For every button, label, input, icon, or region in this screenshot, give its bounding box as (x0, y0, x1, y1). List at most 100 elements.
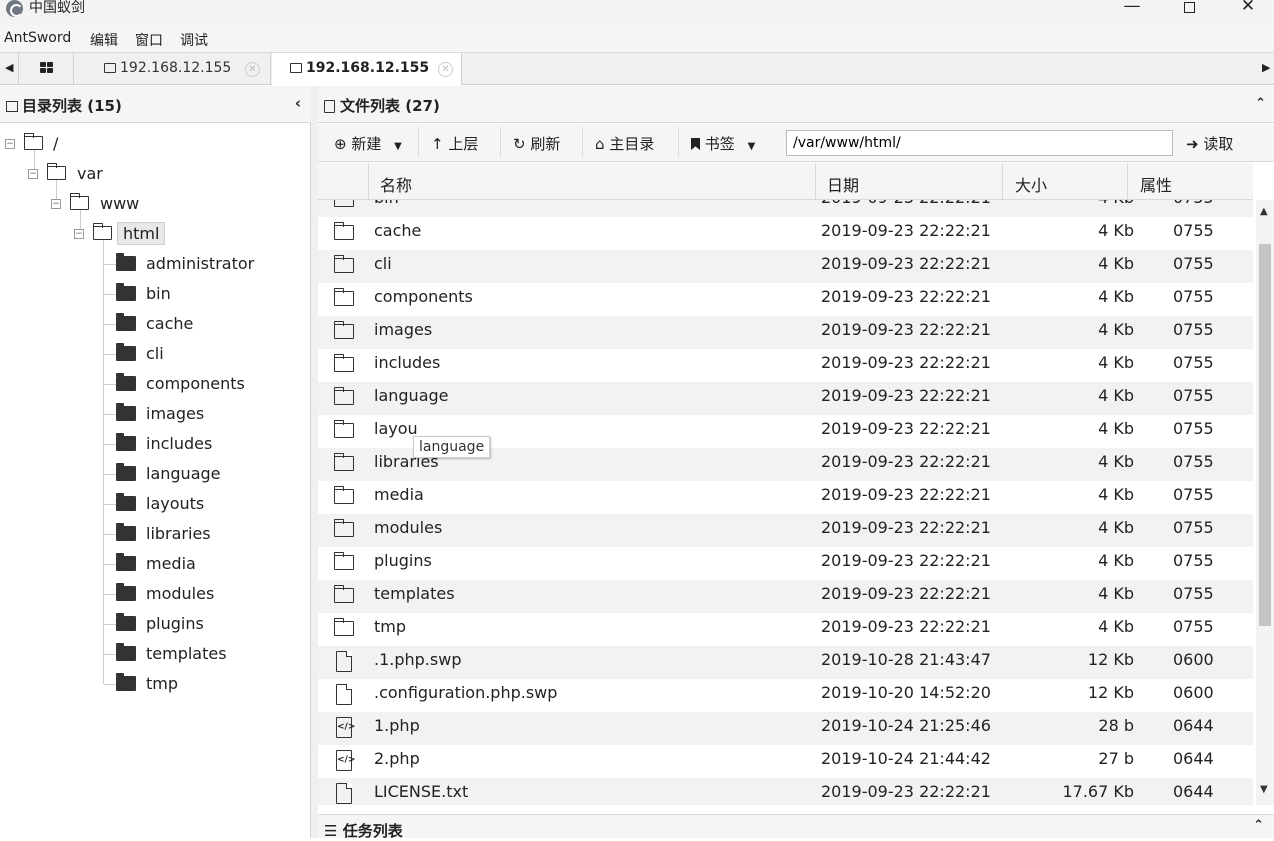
bookmark-button[interactable]: 书签 ▼ (678, 127, 755, 157)
scroll-up-icon[interactable]: ▲ (1260, 206, 1268, 217)
new-button[interactable]: ⊕ 新建 ▼ (334, 133, 402, 154)
file-row[interactable]: .1.php.swp 2019-10-28 21:43:47 12 Kb 0600 (318, 646, 1253, 679)
file-row[interactable]: </> 1.php 2019-10-24 21:25:46 28 b 0644 (318, 712, 1253, 745)
path-input[interactable] (786, 130, 1173, 156)
tree-node-var[interactable]: − var (0, 163, 300, 186)
file-row[interactable]: .configuration.php.swp 2019-10-20 14:52:2… (318, 679, 1253, 712)
file-row[interactable]: includes 2019-09-23 22:22:21 4 Kb 0755 (318, 349, 1253, 382)
scrollbar-thumb[interactable] (1259, 244, 1271, 626)
tree-node-bin[interactable]: bin (0, 283, 300, 306)
file-row[interactable]: plugins 2019-09-23 22:22:21 4 Kb 0755 (318, 547, 1253, 580)
file-row[interactable]: cache 2019-09-23 22:22:21 4 Kb 0755 (318, 217, 1253, 250)
tree-node-language[interactable]: language (0, 463, 300, 486)
tree-node-components[interactable]: components (0, 373, 300, 396)
tab-dashboard[interactable] (18, 53, 74, 84)
folder-icon (334, 321, 354, 339)
tree-node-html[interactable]: − html (0, 222, 300, 246)
file-row[interactable]: modules 2019-09-23 22:22:21 4 Kb 0755 (318, 514, 1253, 547)
collapse-up-icon[interactable]: ⌃ (1255, 96, 1266, 111)
file-row[interactable]: tmp 2019-09-23 22:22:21 4 Kb 0755 (318, 613, 1253, 646)
tree-node-cli[interactable]: cli (0, 343, 300, 366)
tree-node-includes[interactable]: includes (0, 433, 300, 456)
tree-node-cache[interactable]: cache (0, 313, 300, 336)
file-list: bin 2019-09-23 22:22:21 4 Kb 0755 cache 2019-… (318, 200, 1253, 805)
file-row[interactable]: language 2019-09-23 22:22:21 4 Kb 0755 (318, 382, 1253, 415)
file-size: 4 Kb (1098, 353, 1134, 372)
tree-node-plugins[interactable]: plugins (0, 613, 300, 636)
up-button[interactable]: ↑ 上层 (418, 127, 478, 157)
folder-open-icon (70, 193, 89, 210)
column-attr[interactable]: 属性 (1140, 172, 1172, 196)
file-icon (336, 684, 352, 705)
file-row[interactable]: LICENSE.txt 2019-09-23 22:22:21 17.67 Kb 06… (318, 778, 1253, 805)
tree-node-root[interactable]: − / (0, 133, 300, 156)
tab-label: 192.168.12.155 (306, 60, 430, 76)
tab-scroll-left-icon[interactable]: ◀ (5, 61, 13, 74)
file-row[interactable]: media 2019-09-23 22:22:21 4 Kb 0755 (318, 481, 1253, 514)
tab-connection-1[interactable]: 192.168.12.155 ✕ (75, 53, 271, 85)
file-date: 2019-09-23 22:22:21 (821, 287, 991, 306)
tree-node-layouts[interactable]: layouts (0, 493, 300, 516)
tab-connection-2[interactable]: 192.168.12.155 ✕ (272, 53, 462, 85)
panel-splitter[interactable] (311, 86, 318, 838)
file-row[interactable]: components 2019-09-23 22:22:21 4 Kb 0755 (318, 283, 1253, 316)
file-row[interactable]: images 2019-09-23 22:22:21 4 Kb 0755 (318, 316, 1253, 349)
file-date: 2019-09-23 22:22:21 (821, 320, 991, 339)
tab-close-icon[interactable]: ✕ (245, 62, 260, 77)
folder-icon (334, 420, 354, 438)
menu-edit[interactable]: 编辑 (90, 30, 118, 50)
file-row[interactable]: templates 2019-09-23 22:22:21 4 Kb 0755 (318, 580, 1253, 613)
directory-panel-header: 目录列表 (15) ‹ (0, 86, 311, 123)
file-attr: 0755 (1173, 584, 1214, 603)
column-size[interactable]: 大小 (1015, 172, 1047, 196)
tree-node-media[interactable]: media (0, 553, 300, 576)
maximize-icon (1183, 2, 1195, 13)
file-date: 2019-09-23 22:22:21 (821, 782, 991, 801)
collapse-toggle-icon[interactable]: − (5, 139, 15, 149)
collapse-panel-icon[interactable]: ‹ (295, 94, 301, 112)
file-date: 2019-09-23 22:22:21 (821, 419, 991, 438)
tab-scroll-right-icon[interactable]: ▶ (1262, 61, 1270, 74)
folder-icon (334, 288, 354, 306)
file-name: tmp (374, 617, 407, 636)
tree-node-images[interactable]: images (0, 403, 300, 426)
directory-panel-title: 目录列表 (15) (22, 97, 122, 115)
file-row[interactable]: cli 2019-09-23 22:22:21 4 Kb 0755 (318, 250, 1253, 283)
column-name[interactable]: 名称 (380, 172, 412, 196)
menu-debug[interactable]: 调试 (180, 30, 208, 50)
refresh-button[interactable]: ↻ 刷新 (500, 127, 561, 157)
tree-node-tmp[interactable]: tmp (0, 673, 300, 696)
home-button[interactable]: ⌂ 主目录 (582, 127, 654, 157)
collapse-toggle-icon[interactable]: − (51, 199, 61, 209)
maximize-button[interactable] (1164, 0, 1214, 18)
chevron-down-icon: ▼ (394, 141, 402, 152)
tree-node-modules[interactable]: modules (0, 583, 300, 606)
tree-node-libraries[interactable]: libraries (0, 523, 300, 546)
folder-icon (334, 552, 354, 570)
read-button[interactable]: ➜ 读取 (1186, 133, 1233, 154)
tree-node-www[interactable]: − www (0, 193, 300, 216)
tree-node-templates[interactable]: templates (0, 643, 300, 666)
tree-node-label: plugins (146, 614, 204, 633)
tab-label: 192.168.12.155 (120, 60, 232, 76)
file-list-scrollbar[interactable]: ▲ ▼ (1256, 200, 1274, 805)
refresh-label: 刷新 (530, 135, 561, 153)
tab-close-icon[interactable]: ✕ (438, 62, 453, 77)
scroll-down-icon[interactable]: ▼ (1260, 784, 1268, 795)
minimize-button[interactable]: — (1107, 0, 1157, 18)
collapse-toggle-icon[interactable]: − (74, 229, 84, 239)
tree-node-label: language (146, 464, 221, 483)
file-row[interactable]: </> 2.php 2019-10-24 21:44:42 27 b 0644 (318, 745, 1253, 778)
tree-node-label: www (100, 194, 140, 213)
column-date[interactable]: 日期 (827, 172, 859, 196)
menu-antsword[interactable]: AntSword (4, 30, 71, 46)
folder-closed-icon (116, 553, 136, 571)
close-button[interactable]: ✕ (1223, 0, 1273, 18)
file-date: 2019-10-24 21:25:46 (821, 716, 991, 735)
file-row[interactable]: bin 2019-09-23 22:22:21 4 Kb 0755 (318, 200, 1253, 217)
tree-node-administrator[interactable]: administrator (0, 253, 300, 276)
expand-up-icon[interactable]: ⌃ (1253, 818, 1264, 833)
folder-closed-icon (116, 523, 136, 541)
collapse-toggle-icon[interactable]: − (28, 169, 38, 179)
menu-window[interactable]: 窗口 (135, 30, 163, 50)
